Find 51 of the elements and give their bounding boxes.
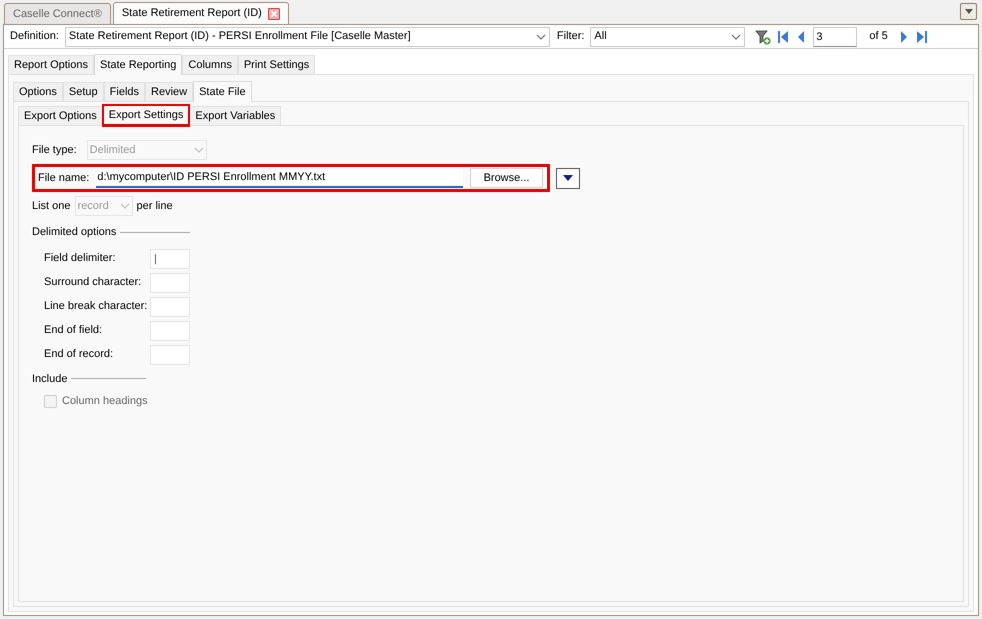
definition-label: Definition:: [10, 29, 59, 44]
field-label: Line break character:: [44, 299, 148, 314]
group-title: Include: [32, 372, 68, 386]
per-line-label: per line: [136, 198, 173, 214]
document-tab[interactable]: State Retirement Report (ID): [112, 2, 289, 24]
first-page-icon[interactable]: [777, 30, 790, 44]
input-field[interactable]: |: [150, 248, 190, 268]
tab[interactable]: Options: [13, 82, 63, 101]
page-count: of 5: [869, 29, 888, 44]
tab[interactable]: Report Options: [8, 55, 94, 74]
file-name-label: File name:: [38, 170, 90, 186]
definition-select[interactable]: State Retirement Report (ID) - PERSI Enrollment File [Caselle Master]: [64, 26, 550, 46]
tab[interactable]: Columns: [182, 55, 238, 74]
tab[interactable]: Export Variables: [189, 106, 282, 125]
field-label: End of record:: [44, 347, 114, 362]
group-title: Delimited options: [32, 225, 116, 240]
last-page-icon[interactable]: [916, 30, 928, 44]
tab[interactable]: Review: [145, 82, 194, 101]
document-tab[interactable]: Caselle Connect®: [4, 3, 111, 24]
input-field[interactable]: [150, 296, 190, 316]
add-filter-icon[interactable]: [755, 28, 772, 44]
list-one-label: List one: [32, 198, 71, 214]
file-name-field[interactable]: d:\mycomputer\ID PERSI Enrollment MMYY.txt: [96, 168, 463, 188]
field-label: Surround character:: [44, 275, 142, 290]
menu-dropdown-button[interactable]: [960, 3, 977, 20]
close-icon[interactable]: [268, 8, 280, 20]
chevron-down-icon: [536, 34, 546, 40]
chevron-down-icon: [731, 34, 742, 40]
tab[interactable]: State Reporting: [94, 54, 182, 75]
tab[interactable]: Setup: [62, 82, 104, 101]
input-field[interactable]: [150, 272, 190, 292]
tab[interactable]: Export Settings: [102, 105, 190, 126]
page-field[interactable]: 3: [813, 26, 858, 46]
tab[interactable]: Export Options: [18, 106, 103, 125]
tab[interactable]: Print Settings: [238, 55, 316, 74]
field-label: Field delimiter:: [44, 251, 117, 266]
options-dropdown-button[interactable]: [556, 168, 580, 188]
tab[interactable]: Fields: [104, 82, 146, 101]
filter-select[interactable]: All: [590, 26, 746, 46]
caret-icon: [563, 175, 573, 181]
checkbox-label: Column headings: [62, 394, 148, 409]
browse-button[interactable]: Browse...: [470, 168, 543, 188]
input-field[interactable]: [150, 344, 190, 364]
input-field[interactable]: [150, 320, 190, 340]
chevron-down-icon: [194, 147, 204, 153]
field-label: End of field:: [44, 323, 104, 338]
file-type-label: File type:: [32, 142, 77, 158]
filter-label: Filter:: [556, 29, 584, 44]
chevron-down-icon: [120, 203, 130, 209]
caret-icon: [964, 9, 972, 14]
tab[interactable]: State File: [193, 81, 252, 102]
